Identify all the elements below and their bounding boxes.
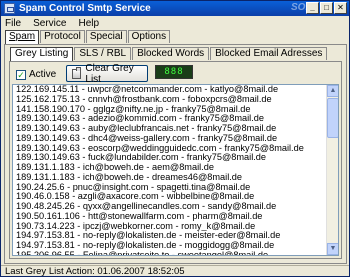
spam-subtabs: Grey Listing SLS / RBL Blocked Words Blo…	[10, 47, 328, 61]
tab-options[interactable]: Options	[127, 30, 171, 43]
tab-special[interactable]: Special	[85, 30, 127, 43]
close-button[interactable]: ✕	[334, 2, 347, 14]
list-item[interactable]: 189.130.149.63 - adezio@kommid.com - fra…	[16, 114, 326, 124]
tab-spam[interactable]: Spam	[5, 30, 40, 44]
active-checkbox[interactable]: ✓	[16, 69, 26, 80]
menu-service[interactable]: Service	[33, 18, 66, 29]
scroll-thumb[interactable]	[327, 98, 338, 138]
grey-listing-controls: ✓ Active Clear Grey List 888	[12, 62, 337, 85]
caption-buttons: _ □ ✕	[306, 2, 347, 14]
grey-list: 122.169.145.11 - uwpcr@netcommander.com …	[13, 85, 326, 255]
minimize-button[interactable]: _	[306, 2, 319, 14]
clear-grey-list-button[interactable]: Clear Grey List	[66, 62, 148, 85]
scroll-down-button[interactable]: ▼	[327, 243, 338, 255]
menu-help[interactable]: Help	[78, 18, 99, 29]
maximize-button[interactable]: □	[320, 2, 333, 14]
clear-grey-list-label: Clear Grey List	[85, 62, 134, 85]
list-item[interactable]: 189.130.149.63 - fuck@lundabilder.com - …	[16, 153, 326, 163]
list-item[interactable]: 190.73.14.223 - ipczj@webkorner.com - ro…	[16, 222, 326, 232]
grey-listing-panel: ✓ Active Clear Grey List 888 122.169.145…	[9, 61, 342, 259]
list-item[interactable]: 125.162.175.13 - cnnvh@frostbank.com - f…	[16, 95, 326, 105]
tab-blocked-words[interactable]: Blocked Words	[132, 47, 210, 60]
scroll-up-button[interactable]: ▲	[327, 85, 338, 97]
app-icon	[4, 3, 15, 14]
menu-file[interactable]: File	[5, 18, 21, 29]
list-item[interactable]: 195.206.96.55 - Felina@privatseite.to - …	[16, 251, 326, 255]
list-item[interactable]: 122.169.145.11 - uwpcr@netcommander.com …	[16, 85, 326, 95]
list-item[interactable]: 189.130.149.63 - auby@leclubfrancais.net…	[16, 124, 326, 134]
tab-grey-listing[interactable]: Grey Listing	[10, 47, 74, 61]
active-checkbox-wrapper[interactable]: ✓ Active	[16, 69, 56, 80]
list-item[interactable]: 194.97.153.81 - no-reply@lokalisten.de -…	[16, 241, 326, 251]
trash-icon	[72, 66, 82, 79]
list-item[interactable]: 189.130.149.63 - eoscorp@weddingguidedc.…	[16, 144, 326, 154]
tab-blocked-email-adresses[interactable]: Blocked Email Adresses	[210, 47, 328, 60]
list-item[interactable]: 189.131.1.183 - ich@boweh.de - dreames46…	[16, 173, 326, 183]
menu-bar: File Service Help	[1, 16, 349, 30]
list-item[interactable]: 190.50.161.106 - htt@stonewallfarm.com -…	[16, 212, 326, 222]
grey-list-box[interactable]: 122.169.145.11 - uwpcr@netcommander.com …	[12, 84, 339, 256]
list-item[interactable]: 189.131.1.183 - ich@boweh.de - aem@8mail…	[16, 163, 326, 173]
list-item[interactable]: 190.46.0.158 - azgli@axacore.com - wibbe…	[16, 192, 326, 202]
spam-panel: Grey Listing SLS / RBL Blocked Words Blo…	[4, 44, 347, 264]
list-item[interactable]: 141.158.190.170 - gglgz@nifty.ne.jp - fr…	[16, 105, 326, 115]
app-window: Spam Control Smtp Service SOFT _ □ ✕ Fil…	[0, 0, 350, 277]
vertical-scrollbar[interactable]: ▲ ▼	[326, 85, 338, 255]
tab-protocol[interactable]: Protocol	[40, 30, 85, 43]
status-bar: Last Grey List Action: 01.06.2007 18:52:…	[1, 265, 349, 277]
list-item[interactable]: 189.130.149.63 - dhc4@weiss-gallery.com …	[16, 134, 326, 144]
list-item[interactable]: 194.97.153.81 - no-reply@lokalisten.de -…	[16, 231, 326, 241]
main-tabs: Spam Protocol Special Options	[5, 30, 171, 44]
tab-sls-rbl[interactable]: SLS / RBL	[74, 47, 132, 60]
list-item[interactable]: 190.48.245.26 - qyxx@angellinecandles.co…	[16, 202, 326, 212]
list-item[interactable]: 190.24.25.6 - pnuc@insight.com - spagett…	[16, 183, 326, 193]
title-bar[interactable]: Spam Control Smtp Service SOFT _ □ ✕	[1, 1, 349, 16]
lcd-counter: 888	[155, 65, 193, 79]
active-label: Active	[29, 69, 57, 80]
